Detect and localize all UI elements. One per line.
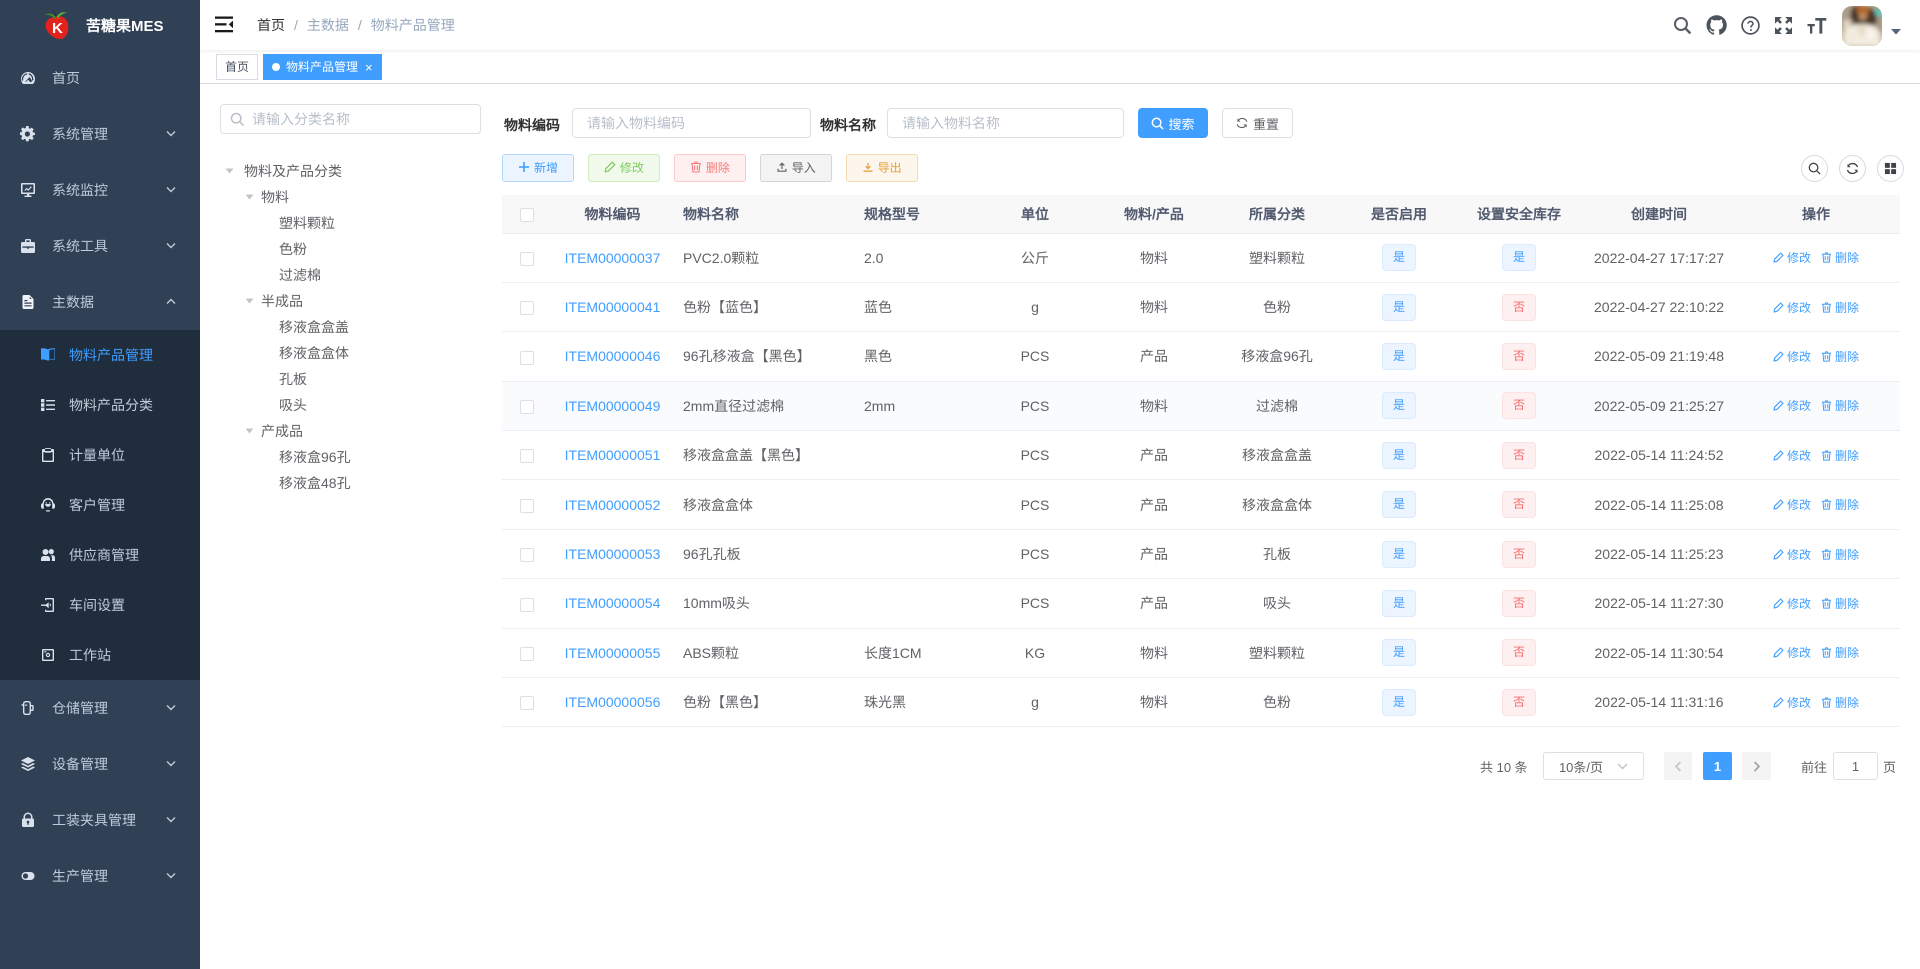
svg-text:K: K	[52, 20, 63, 37]
